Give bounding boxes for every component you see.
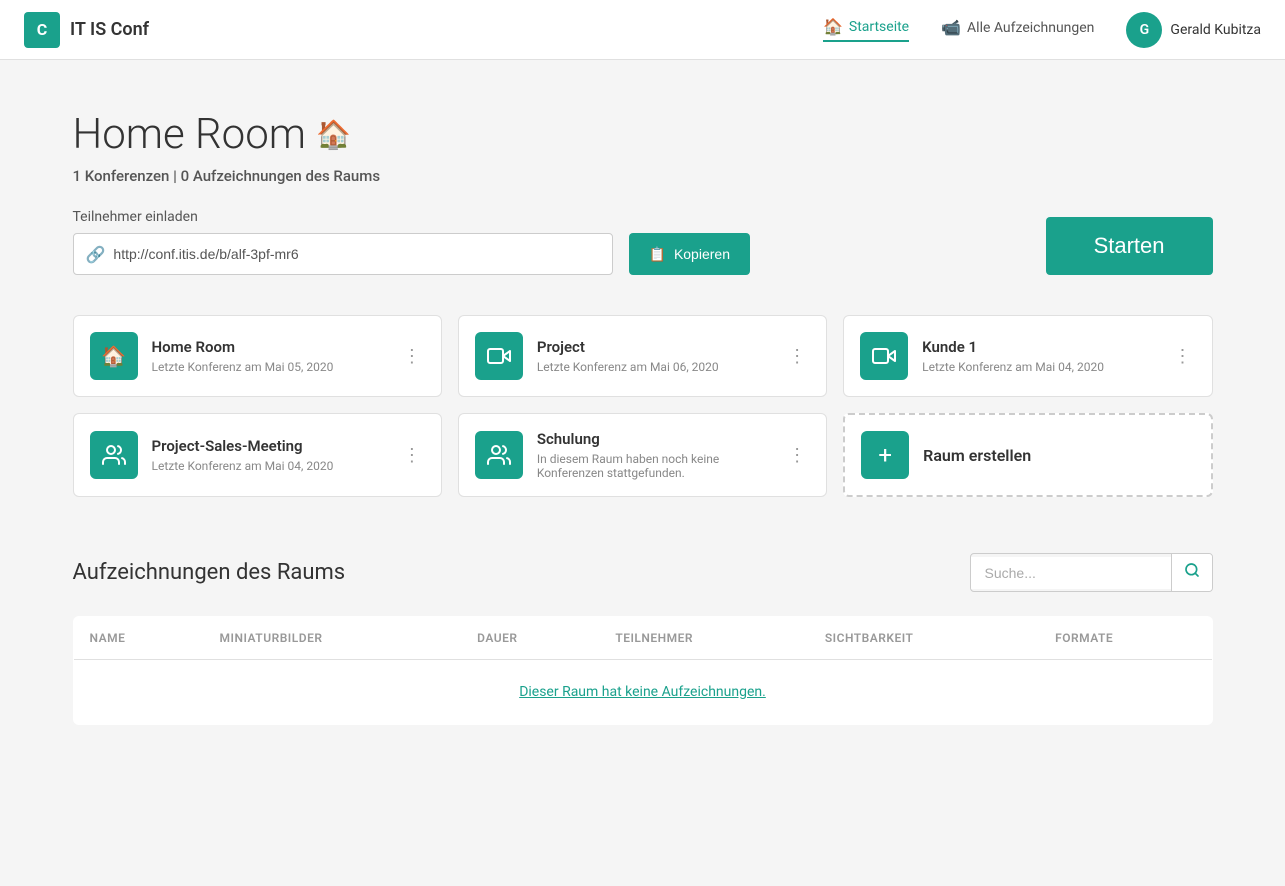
room-name-0: Home Room: [152, 338, 385, 356]
user-menu[interactable]: G Gerald Kubitza: [1126, 12, 1261, 48]
page-header: Home Room 🏠 1 Konferenzen | 0 Aufzeichnu…: [73, 110, 1213, 185]
create-room-card[interactable]: + Raum erstellen: [843, 413, 1212, 497]
nav-alle-aufzeichnungen[interactable]: 📹 Alle Aufzeichnungen: [941, 18, 1094, 41]
room-icon-sales: [90, 431, 138, 479]
page-subtitle: 1 Konferenzen | 0 Aufzeichnungen des Rau…: [73, 167, 1213, 185]
col-name: NAME: [73, 617, 204, 660]
col-visibility: SICHTBARKEIT: [809, 617, 1039, 660]
room-info-kunde1: Kunde 1 Letzte Konferenz am Mai 04, 2020: [922, 338, 1155, 374]
home-nav-icon: 🏠: [823, 17, 843, 36]
room-icon-schulung: [475, 431, 523, 479]
room-date-0: Letzte Konferenz am Mai 05, 2020: [152, 360, 385, 374]
empty-message: Dieser Raum hat keine Aufzeichnungen.: [73, 660, 1212, 725]
search-button[interactable]: [1171, 554, 1212, 591]
recordings-section: Aufzeichnungen des Raums NAME MINIATURBI…: [73, 553, 1213, 725]
create-room-label: Raum erstellen: [923, 446, 1031, 465]
col-participants: TEILNEHMER: [599, 617, 809, 660]
table-empty-row: Dieser Raum hat keine Aufzeichnungen.: [73, 660, 1212, 725]
nav-alle-label: Alle Aufzeichnungen: [967, 20, 1094, 36]
navbar-nav: 🏠 Startseite 📹 Alle Aufzeichnungen G Ger…: [823, 12, 1261, 48]
page-title-row: Home Room 🏠: [73, 110, 1213, 159]
room-icon-home: 🏠: [90, 332, 138, 380]
navbar: C IT IS Conf 🏠 Startseite 📹 Alle Aufzeic…: [0, 0, 1285, 60]
room-date-2: Letzte Konferenz am Mai 04, 2020: [922, 360, 1155, 374]
room-info-schulung: Schulung In diesem Raum haben noch keine…: [537, 430, 770, 480]
recordings-header: Aufzeichnungen des Raums: [73, 553, 1213, 592]
room-menu-4[interactable]: ⋮: [784, 441, 810, 470]
brand-logo[interactable]: C IT IS Conf: [24, 12, 149, 48]
start-button[interactable]: Starten: [1046, 217, 1213, 275]
room-card-project[interactable]: Project Letzte Konferenz am Mai 06, 2020…: [458, 315, 827, 397]
search-box: [970, 553, 1213, 592]
user-name: Gerald Kubitza: [1170, 22, 1261, 38]
room-menu-1[interactable]: ⋮: [784, 342, 810, 371]
room-icon-project: [475, 332, 523, 380]
room-info-sales: Project-Sales-Meeting Letzte Konferenz a…: [152, 437, 385, 473]
search-input[interactable]: [971, 557, 1171, 589]
create-room-icon: +: [861, 431, 909, 479]
room-menu-0[interactable]: ⋮: [399, 342, 425, 371]
room-card-schulung[interactable]: Schulung In diesem Raum haben noch keine…: [458, 413, 827, 497]
table-header: NAME MINIATURBILDER DAUER TEILNEHMER SIC…: [73, 617, 1212, 660]
room-info-project: Project Letzte Konferenz am Mai 06, 2020: [537, 338, 770, 374]
room-date-3: Letzte Konferenz am Mai 04, 2020: [152, 459, 385, 473]
col-formats: FORMATE: [1039, 617, 1212, 660]
room-date-1: Letzte Konferenz am Mai 06, 2020: [537, 360, 770, 374]
copy-icon: 📋: [649, 246, 666, 263]
invite-label: Teilnehmer einladen: [73, 209, 613, 225]
room-name-4: Schulung: [537, 430, 770, 448]
copy-label: Kopieren: [674, 246, 730, 262]
main-content: Home Room 🏠 1 Konferenzen | 0 Aufzeichnu…: [33, 60, 1253, 765]
nav-startseite[interactable]: 🏠 Startseite: [823, 17, 909, 42]
invite-section: Teilnehmer einladen 🔗 📋 Kopieren Starten: [73, 209, 1213, 275]
empty-message-text: Dieser Raum hat keine Aufzeichnungen.: [519, 684, 766, 700]
rooms-grid: 🏠 Home Room Letzte Konferenz am Mai 05, …: [73, 315, 1213, 497]
link-icon: 🔗: [86, 245, 106, 264]
recordings-title: Aufzeichnungen des Raums: [73, 560, 346, 585]
room-name-3: Project-Sales-Meeting: [152, 437, 385, 455]
video-nav-icon: 📹: [941, 18, 961, 37]
invite-group: Teilnehmer einladen 🔗: [73, 209, 613, 275]
room-date-4: In diesem Raum haben noch keine Konferen…: [537, 452, 770, 480]
home-title-icon: 🏠: [316, 118, 351, 151]
nav-startseite-label: Startseite: [849, 19, 909, 35]
user-avatar: G: [1126, 12, 1162, 48]
room-name-2: Kunde 1: [922, 338, 1155, 356]
room-icon-kunde1: [860, 332, 908, 380]
copy-button[interactable]: 📋 Kopieren: [629, 233, 750, 275]
room-menu-3[interactable]: ⋮: [399, 441, 425, 470]
room-name-1: Project: [537, 338, 770, 356]
recordings-table: NAME MINIATURBILDER DAUER TEILNEHMER SIC…: [73, 616, 1213, 725]
room-card-home-room[interactable]: 🏠 Home Room Letzte Konferenz am Mai 05, …: [73, 315, 442, 397]
table-body: Dieser Raum hat keine Aufzeichnungen.: [73, 660, 1212, 725]
invite-input-row: 🔗: [73, 233, 613, 275]
room-card-sales[interactable]: Project-Sales-Meeting Letzte Konferenz a…: [73, 413, 442, 497]
page-title: Home Room: [73, 110, 306, 159]
room-info-home: Home Room Letzte Konferenz am Mai 05, 20…: [152, 338, 385, 374]
brand-icon: C: [24, 12, 60, 48]
room-card-kunde1[interactable]: Kunde 1 Letzte Konferenz am Mai 04, 2020…: [843, 315, 1212, 397]
col-duration: DAUER: [461, 617, 599, 660]
brand-name: IT IS Conf: [70, 19, 149, 40]
room-menu-2[interactable]: ⋮: [1170, 342, 1196, 371]
invite-url-input[interactable]: [113, 246, 599, 262]
col-thumbnails: MINIATURBILDER: [204, 617, 462, 660]
